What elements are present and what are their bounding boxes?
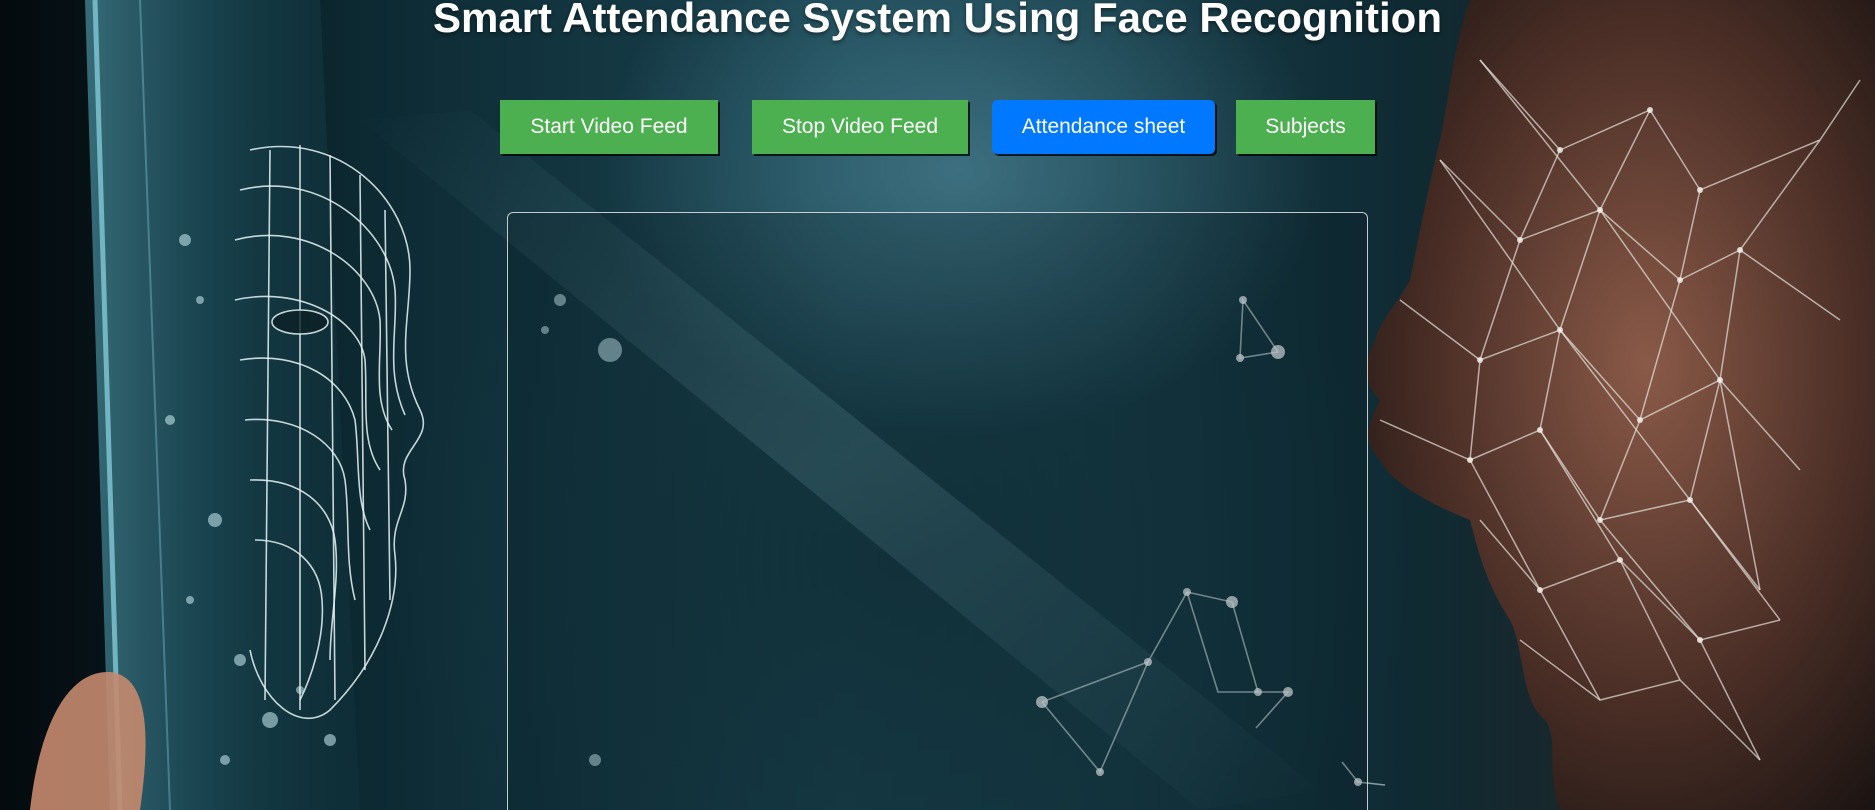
stop-video-feed-button[interactable]: Stop Video Feed	[752, 100, 968, 154]
start-video-feed-button[interactable]: Start Video Feed	[500, 100, 718, 154]
attendance-sheet-button[interactable]: Attendance sheet	[992, 100, 1215, 154]
page-title: Smart Attendance System Using Face Recog…	[432, 0, 1442, 41]
subjects-button[interactable]: Subjects	[1236, 100, 1375, 154]
page: Smart Attendance System Using Face Recog…	[0, 0, 1875, 810]
video-feed-frame	[507, 212, 1368, 810]
